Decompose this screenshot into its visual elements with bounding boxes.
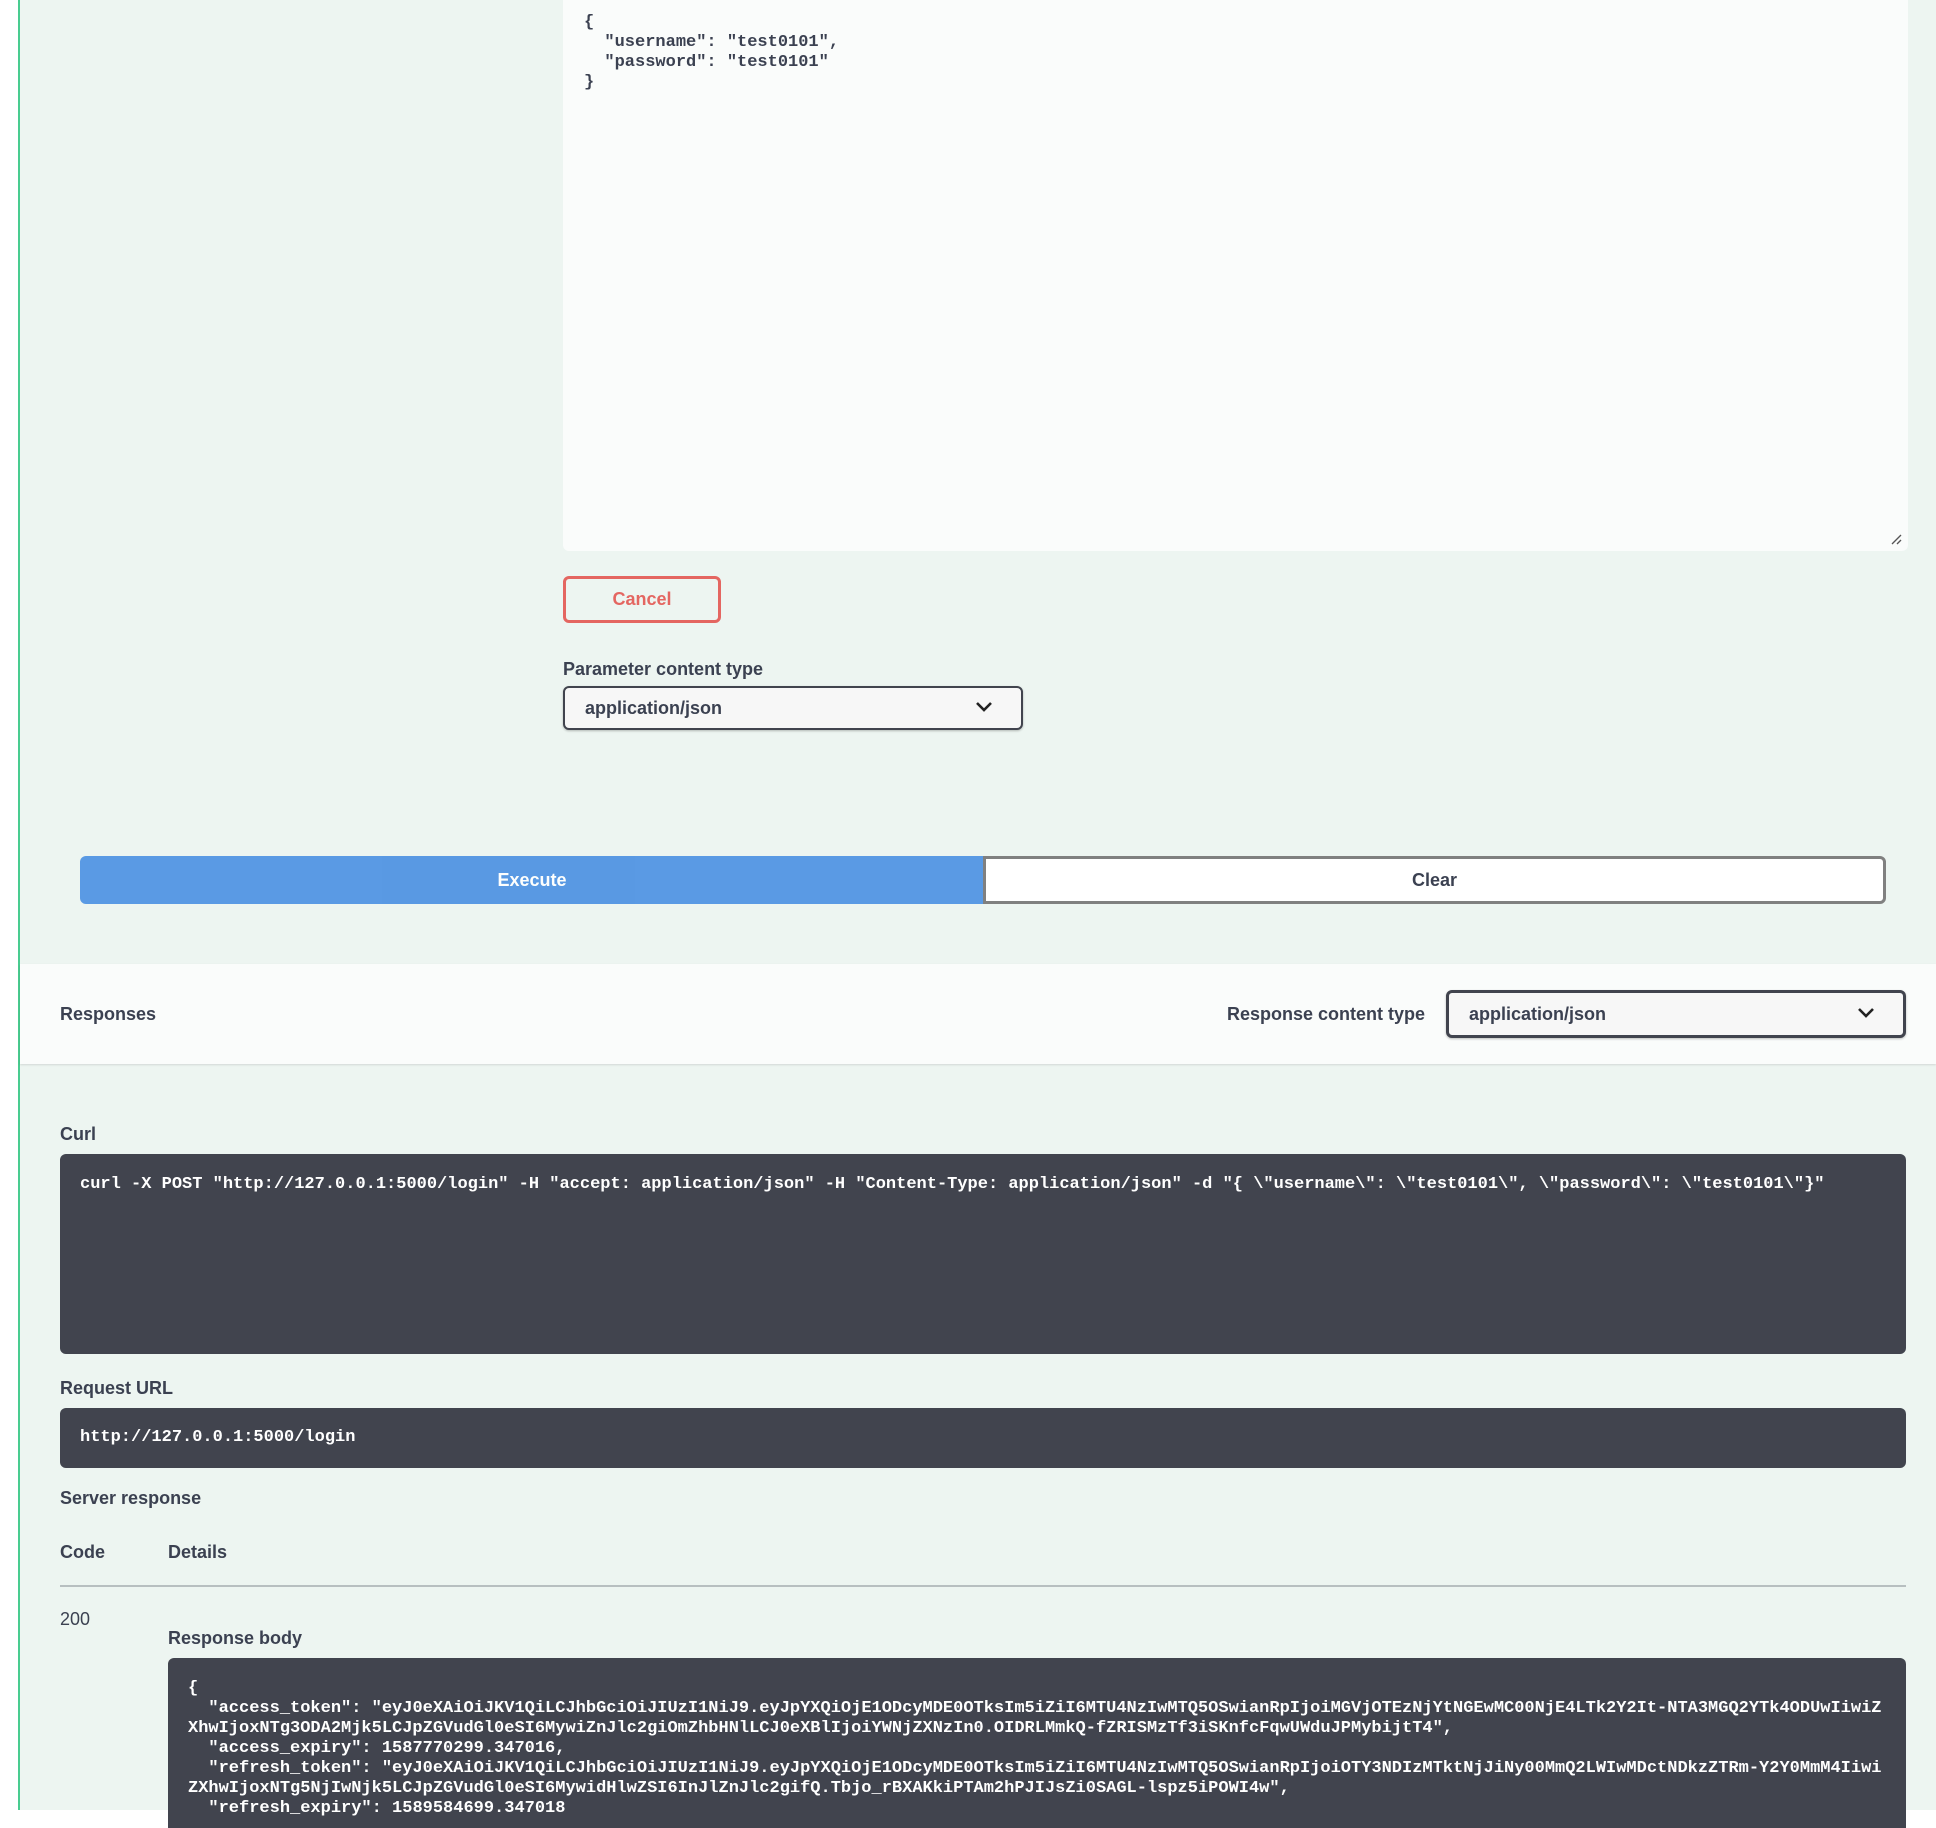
response-content-type-label: Response content type: [1227, 1004, 1426, 1024]
response-body-block[interactable]: { "access_token": "eyJ0eXAiOiJKV1QiLCJhb…: [168, 1658, 1906, 1828]
curl-code-block[interactable]: curl -X POST "http://127.0.0.1:5000/logi…: [60, 1154, 1906, 1354]
responses-header: Responses Response content type applicat…: [20, 964, 1936, 1064]
response-content-type-value: application/json: [1469, 1003, 1607, 1024]
curl-label: Curl: [60, 1124, 96, 1144]
chevron-down-icon: [976, 702, 992, 712]
parameter-content-type-select[interactable]: application/json: [563, 686, 1023, 730]
response-body-text: { "access_token": "eyJ0eXAiOiJKV1QiLCJhb…: [188, 1679, 1882, 1818]
clear-button[interactable]: Clear: [983, 856, 1886, 904]
table-divider: [60, 1585, 1906, 1587]
parameter-content-type-label: Parameter content type: [563, 659, 764, 679]
cancel-button[interactable]: Cancel: [563, 576, 721, 623]
parameter-content-type-value: application/json: [585, 697, 723, 718]
response-content-type-select[interactable]: application/json: [1446, 990, 1906, 1038]
request-url-block[interactable]: http://127.0.0.1:5000/login: [60, 1408, 1906, 1468]
resize-handle-icon[interactable]: [1890, 533, 1902, 545]
response-body-label: Response body: [168, 1628, 303, 1648]
request-body-text[interactable]: { "username": "test0101", "password": "t…: [584, 13, 839, 93]
responses-title: Responses: [60, 1004, 157, 1024]
response-status-code: 200: [60, 1609, 91, 1629]
execute-button[interactable]: Execute: [80, 856, 984, 904]
details-column-header: Details: [168, 1542, 228, 1562]
server-response-label: Server response: [60, 1488, 202, 1508]
curl-command-text: curl -X POST "http://127.0.0.1:5000/logi…: [80, 1175, 1825, 1194]
request-url-value: http://127.0.0.1:5000/login: [80, 1428, 356, 1447]
request-body-textarea[interactable]: { "username": "test0101", "password": "t…: [563, 0, 1908, 551]
code-column-header: Code: [60, 1542, 105, 1562]
request-url-label: Request URL: [60, 1378, 174, 1398]
chevron-down-icon: [1858, 1008, 1874, 1018]
